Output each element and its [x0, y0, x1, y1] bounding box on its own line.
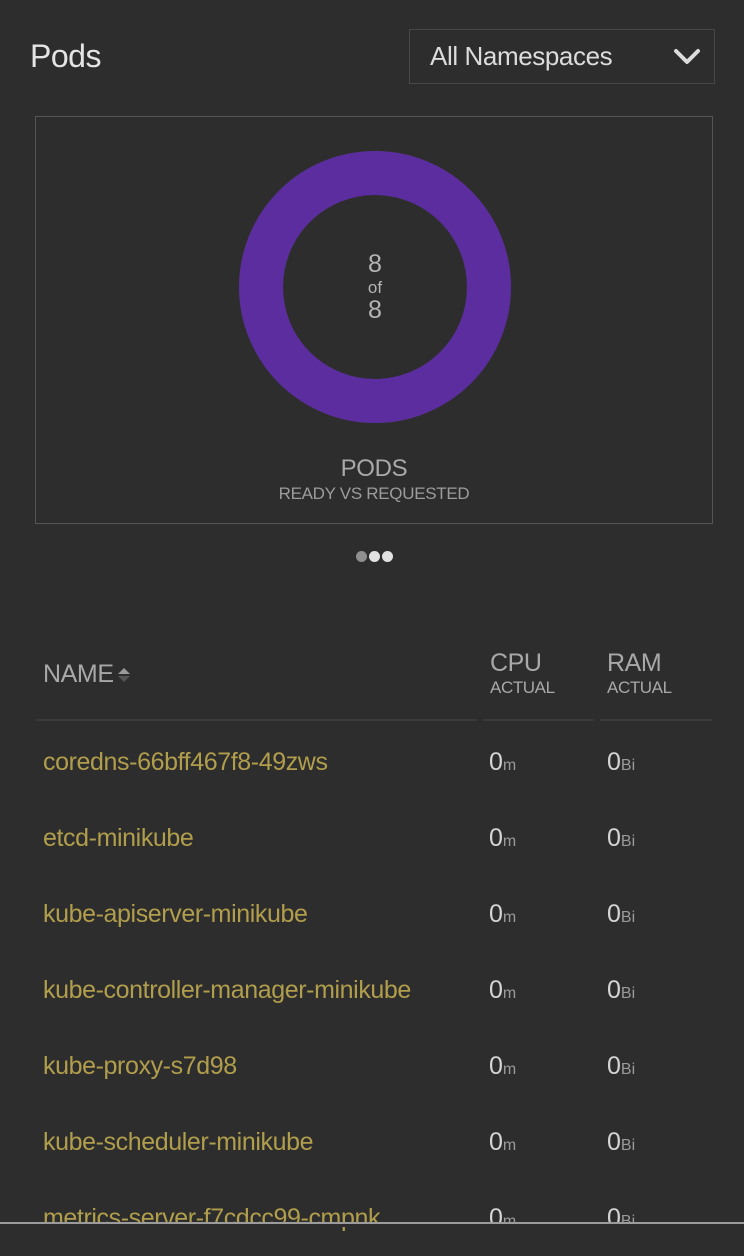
cpu-number: 0	[489, 1204, 503, 1232]
cpu-value: 0m	[489, 1204, 516, 1233]
cpu-value: 0m	[489, 748, 516, 777]
ram-number: 0	[607, 1204, 621, 1232]
cpu-value: 0m	[489, 976, 516, 1005]
cpu-unit: m	[502, 833, 517, 850]
ram-unit: Bi	[620, 909, 636, 926]
table-row: metrics-server-f7cdcc99-cmpnk 0m 0Bi	[0, 1180, 744, 1256]
header-divider	[483, 719, 594, 721]
ram-unit: Bi	[620, 1137, 636, 1154]
cpu-unit: m	[502, 1137, 517, 1154]
pod-name-link[interactable]: etcd-minikube	[43, 824, 194, 853]
column-header-ram-sub: ACTUAL	[607, 678, 672, 697]
requested-count: 8	[368, 295, 382, 324]
column-header-cpu-sub: ACTUAL	[490, 678, 555, 697]
ram-unit: Bi	[620, 985, 636, 1002]
ram-value: 0Bi	[607, 900, 635, 929]
cpu-unit: m	[502, 1061, 517, 1078]
cpu-unit: m	[502, 757, 517, 774]
cpu-value: 0m	[489, 1128, 516, 1157]
chart-subtitle: READY VS REQUESTED	[278, 484, 470, 503]
ram-value: 0Bi	[607, 1052, 635, 1081]
table-row: coredns-66bff467f8-49zws 0m 0Bi	[0, 724, 744, 800]
column-header-name-label: NAME	[43, 660, 114, 688]
donut-center-label: 8 of 8	[239, 151, 511, 423]
chart-title: PODS	[340, 455, 408, 482]
table-row: kube-proxy-s7d98 0m 0Bi	[0, 1028, 744, 1104]
of-label: of	[367, 277, 383, 297]
ram-value: 0Bi	[607, 824, 635, 853]
page-title: Pods	[30, 38, 101, 74]
column-header-cpu-label: CPU	[490, 649, 542, 677]
ram-value: 0Bi	[607, 748, 635, 777]
pod-name-link[interactable]: kube-scheduler-minikube	[43, 1128, 314, 1157]
cpu-unit: m	[502, 985, 517, 1002]
cpu-value: 0m	[489, 900, 516, 929]
ram-number: 0	[607, 824, 621, 852]
cpu-unit: m	[502, 909, 517, 926]
cpu-number: 0	[489, 1128, 503, 1156]
header-divider	[36, 719, 477, 721]
cpu-number: 0	[489, 976, 503, 1004]
pod-name-link[interactable]: kube-controller-manager-minikube	[43, 976, 411, 1005]
column-header-cpu[interactable]: CPU ACTUAL	[490, 649, 555, 697]
ram-unit: Bi	[620, 757, 636, 774]
table-row: etcd-minikube 0m 0Bi	[0, 800, 744, 876]
ram-unit: Bi	[620, 1061, 636, 1078]
sort-icon	[117, 667, 130, 682]
namespace-select[interactable]: All Namespaces	[409, 29, 715, 84]
pods-chart-card: 8 of 8 PODS READY VS REQUESTED	[35, 116, 713, 524]
ready-count: 8	[368, 249, 382, 278]
ram-number: 0	[607, 1128, 621, 1156]
ram-number: 0	[607, 900, 621, 928]
cpu-number: 0	[489, 900, 503, 928]
column-header-name[interactable]: NAME	[43, 660, 130, 689]
ram-value: 0Bi	[607, 1204, 635, 1233]
header-divider	[600, 719, 712, 721]
pager-dot[interactable]	[356, 551, 367, 562]
pods-table-body: coredns-66bff467f8-49zws 0m 0Bi etcd-min…	[0, 724, 744, 1256]
cpu-number: 0	[489, 824, 503, 852]
cpu-number: 0	[489, 1052, 503, 1080]
chart-pager	[356, 551, 393, 562]
ram-number: 0	[607, 748, 621, 776]
ram-number: 0	[607, 976, 621, 1004]
pod-name-link[interactable]: kube-apiserver-minikube	[43, 900, 308, 929]
pod-name-link[interactable]: kube-proxy-s7d98	[43, 1052, 237, 1081]
table-row: kube-controller-manager-minikube 0m 0Bi	[0, 952, 744, 1028]
ram-number: 0	[607, 1052, 621, 1080]
pod-name-link[interactable]: coredns-66bff467f8-49zws	[43, 748, 328, 777]
ram-value: 0Bi	[607, 1128, 635, 1157]
ram-value: 0Bi	[607, 976, 635, 1005]
pager-dot[interactable]	[369, 551, 380, 562]
cpu-number: 0	[489, 748, 503, 776]
cpu-value: 0m	[489, 824, 516, 853]
cpu-value: 0m	[489, 1052, 516, 1081]
table-row: kube-apiserver-minikube 0m 0Bi	[0, 876, 744, 952]
table-row: kube-scheduler-minikube 0m 0Bi	[0, 1104, 744, 1180]
pod-name-link[interactable]: metrics-server-f7cdcc99-cmpnk	[43, 1204, 380, 1233]
ram-unit: Bi	[620, 833, 636, 850]
chevron-down-icon	[674, 48, 700, 64]
pager-dot[interactable]	[382, 551, 393, 562]
namespace-select-value: All Namespaces	[430, 41, 613, 71]
column-header-ram-label: RAM	[607, 649, 662, 677]
column-header-ram[interactable]: RAM ACTUAL	[607, 649, 672, 697]
